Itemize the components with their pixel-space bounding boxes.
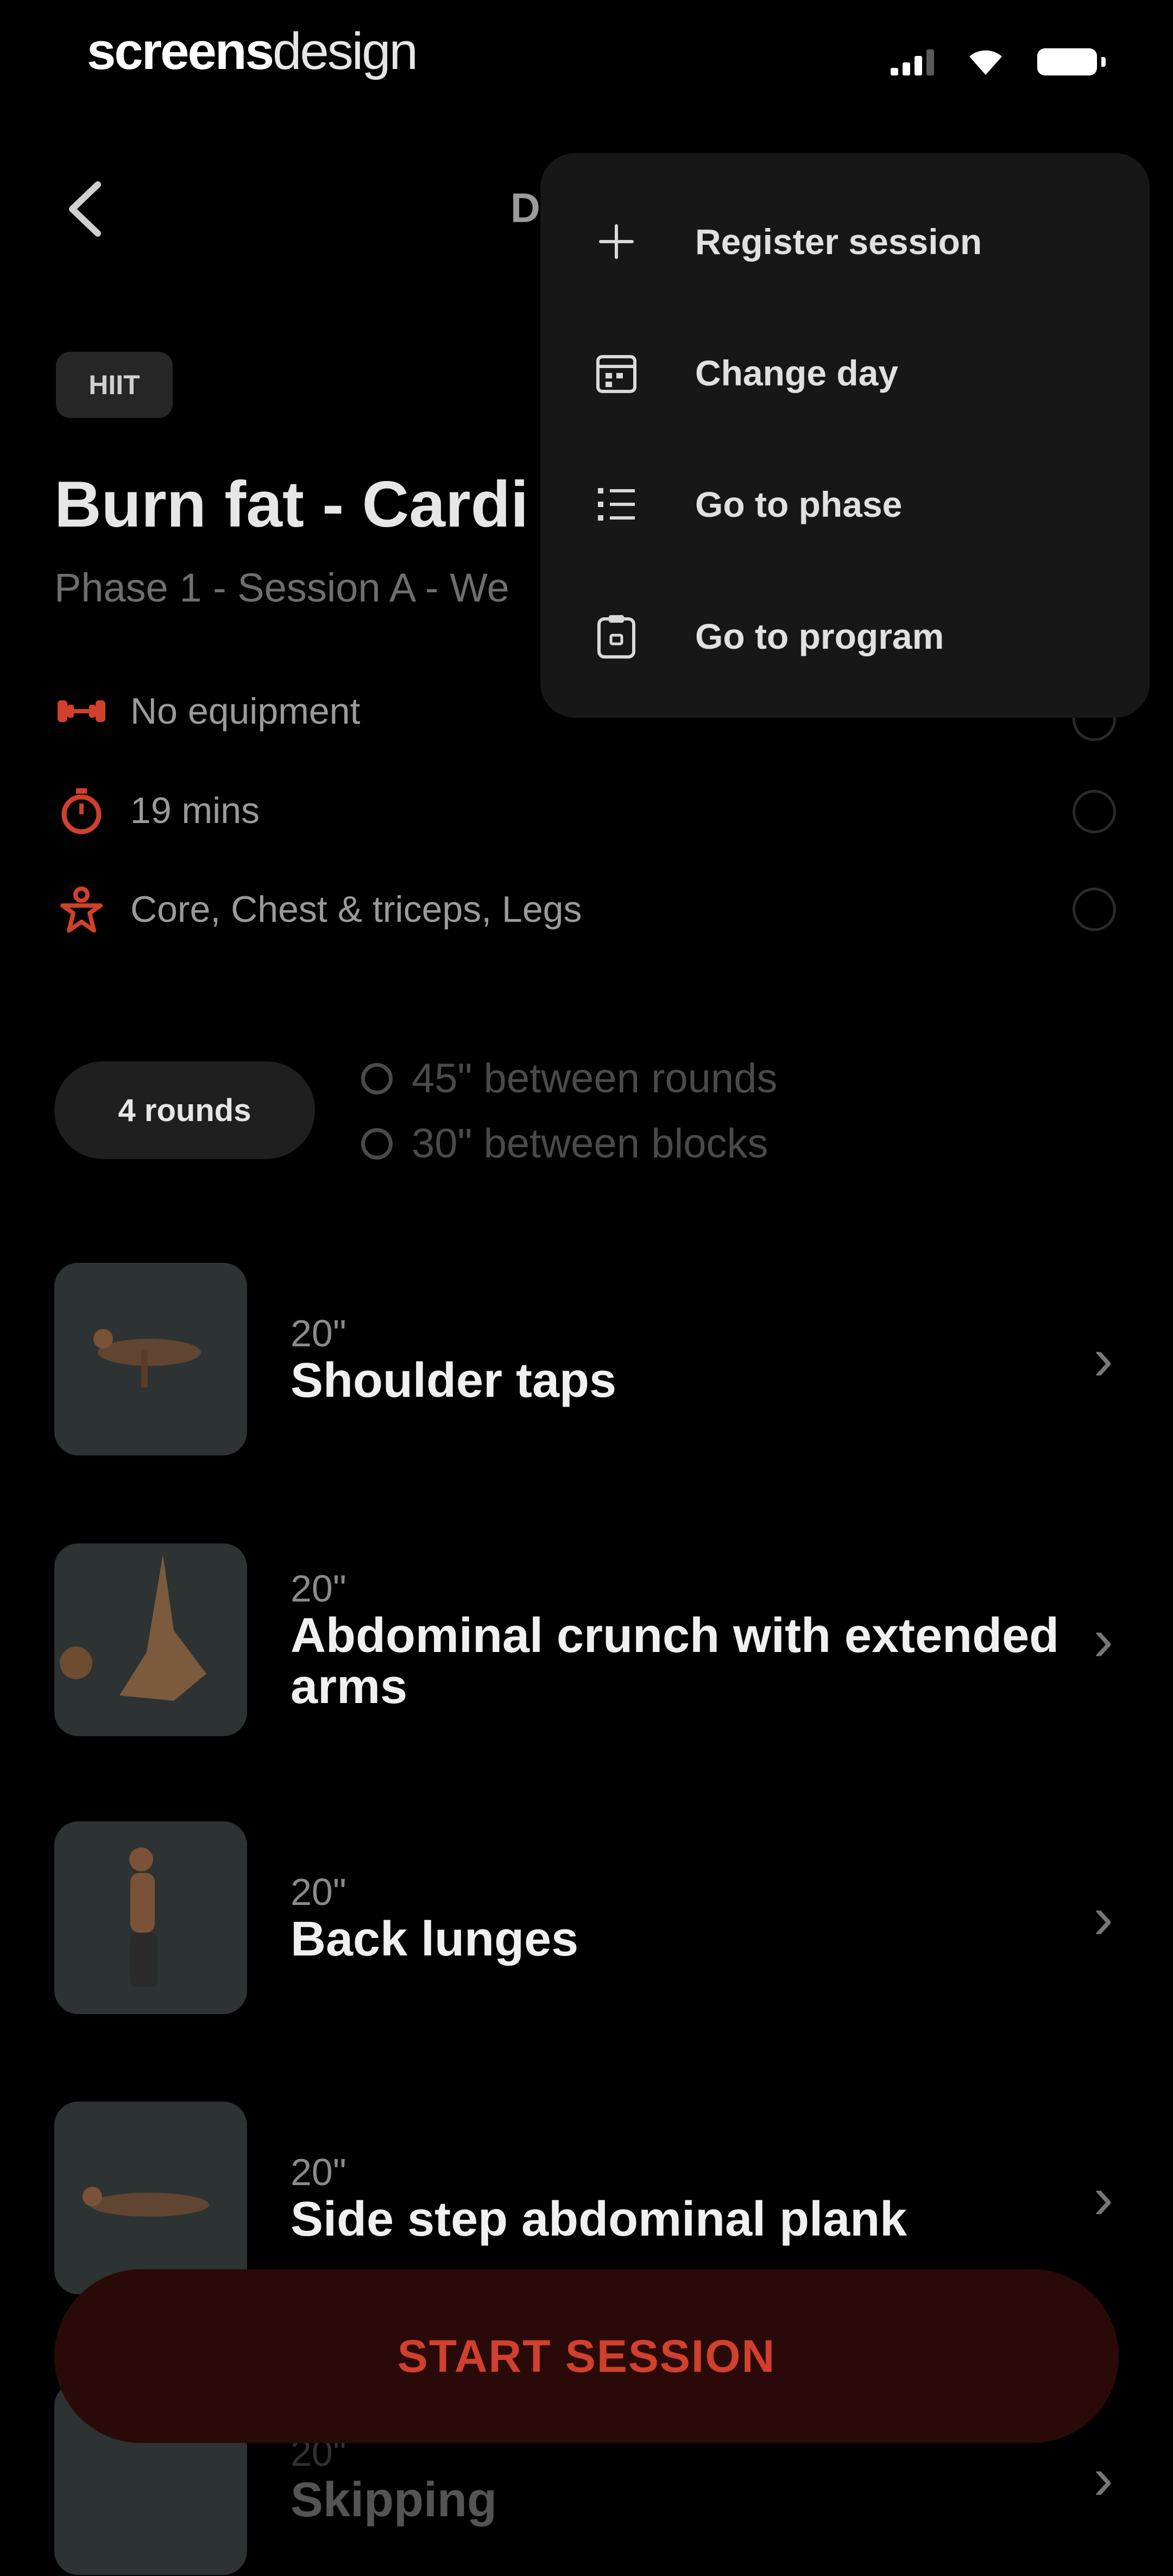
info-equipment-text: No equipment: [130, 691, 361, 732]
exercise-thumbnail: [54, 1821, 247, 2014]
exercise-item[interactable]: 20" Back lunges ›: [54, 1820, 1119, 2015]
info-equipment: No equipment: [54, 684, 360, 738]
exercise-item[interactable]: 20" Side step abdominal plank ›: [54, 2100, 1119, 2295]
rest-between-rounds: 45" between rounds: [361, 1055, 777, 1102]
menu-item-register-session[interactable]: Register session: [589, 214, 982, 269]
menu-item-label: Change day: [695, 353, 899, 393]
exercise-item[interactable]: 20" Shoulder taps ›: [54, 1261, 1119, 1457]
back-button[interactable]: [62, 179, 106, 249]
clipboard-icon: [589, 609, 644, 663]
chevron-right-icon: ›: [1093, 1606, 1113, 1673]
chevron-right-icon: ›: [1093, 2164, 1113, 2231]
info-muscles: Core, Chest & triceps, Legs: [54, 882, 582, 936]
exercise-name: Skipping: [291, 2472, 497, 2527]
wifi-icon: [969, 50, 1002, 75]
exercise-name: Shoulder taps: [291, 1353, 617, 1408]
menu-item-label: Go to program: [695, 616, 944, 656]
info-duration: 19 mins: [54, 783, 260, 838]
rest-between-blocks: 30" between blocks: [361, 1120, 768, 1167]
rest-blocks-text: 30" between blocks: [412, 1121, 768, 1167]
session-type-chip: HIIT: [56, 352, 173, 418]
menu-item-label: Go to phase: [695, 484, 903, 524]
menu-item-change-day[interactable]: Change day: [589, 346, 898, 400]
chevron-right-icon: ›: [1093, 1325, 1113, 1393]
options-menu: Register session Change day Go to phase …: [540, 153, 1150, 718]
chevron-left-icon: [69, 181, 101, 237]
dumbbell-icon: [54, 684, 109, 738]
chevron-right-icon: ›: [1093, 1884, 1113, 1951]
timer-icon: [361, 1062, 393, 1094]
rest-rounds-text: 45" between rounds: [412, 1055, 778, 1102]
info-muscles-text: Core, Chest & triceps, Legs: [130, 889, 582, 930]
exercise-thumbnail: [54, 2101, 247, 2294]
battery-icon: [1037, 48, 1106, 75]
exercise-name: Side step abdominal plank: [291, 2192, 907, 2246]
exercise-name: Back lunges: [291, 1912, 579, 1966]
menu-item-label: Register session: [695, 221, 982, 262]
stopwatch-icon: [54, 783, 109, 838]
plus-icon: [589, 214, 644, 269]
timer-icon: [361, 1128, 393, 1160]
exercise-thumbnail: [54, 1543, 247, 1736]
muscle-icon: [54, 882, 109, 936]
menu-item-go-to-phase[interactable]: Go to phase: [589, 477, 902, 531]
exercise-name: Abdominal crunch with extended arms: [291, 1608, 1060, 1714]
info-indicator: [1073, 888, 1116, 931]
list-icon: [589, 477, 644, 531]
signal-icon: [891, 48, 934, 75]
start-session-button[interactable]: START SESSION: [54, 2269, 1119, 2443]
exercise-duration: 20": [291, 1870, 346, 1913]
calendar-icon: [589, 346, 644, 400]
exercise-duration: 20": [291, 1567, 346, 1610]
brand-watermark: screensdesign: [87, 22, 418, 80]
info-indicator: [1073, 790, 1116, 833]
exercise-duration: 20": [291, 2150, 346, 2193]
rounds-badge: 4 rounds: [54, 1061, 315, 1159]
page-title: D: [510, 185, 540, 231]
exercise-duration: 20": [291, 1312, 346, 1355]
exercise-thumbnail: [54, 1262, 247, 1455]
session-subtitle: Phase 1 - Session A - We: [54, 565, 509, 610]
status-icons: [891, 48, 1106, 76]
session-title: Burn fat - Cardi: [54, 468, 529, 541]
menu-item-go-to-program[interactable]: Go to program: [589, 609, 944, 663]
info-duration-text: 19 mins: [130, 790, 260, 831]
chevron-right-icon: ›: [1093, 2445, 1113, 2512]
exercise-item[interactable]: 20" Abdominal crunch with extended arms …: [54, 1542, 1119, 1737]
